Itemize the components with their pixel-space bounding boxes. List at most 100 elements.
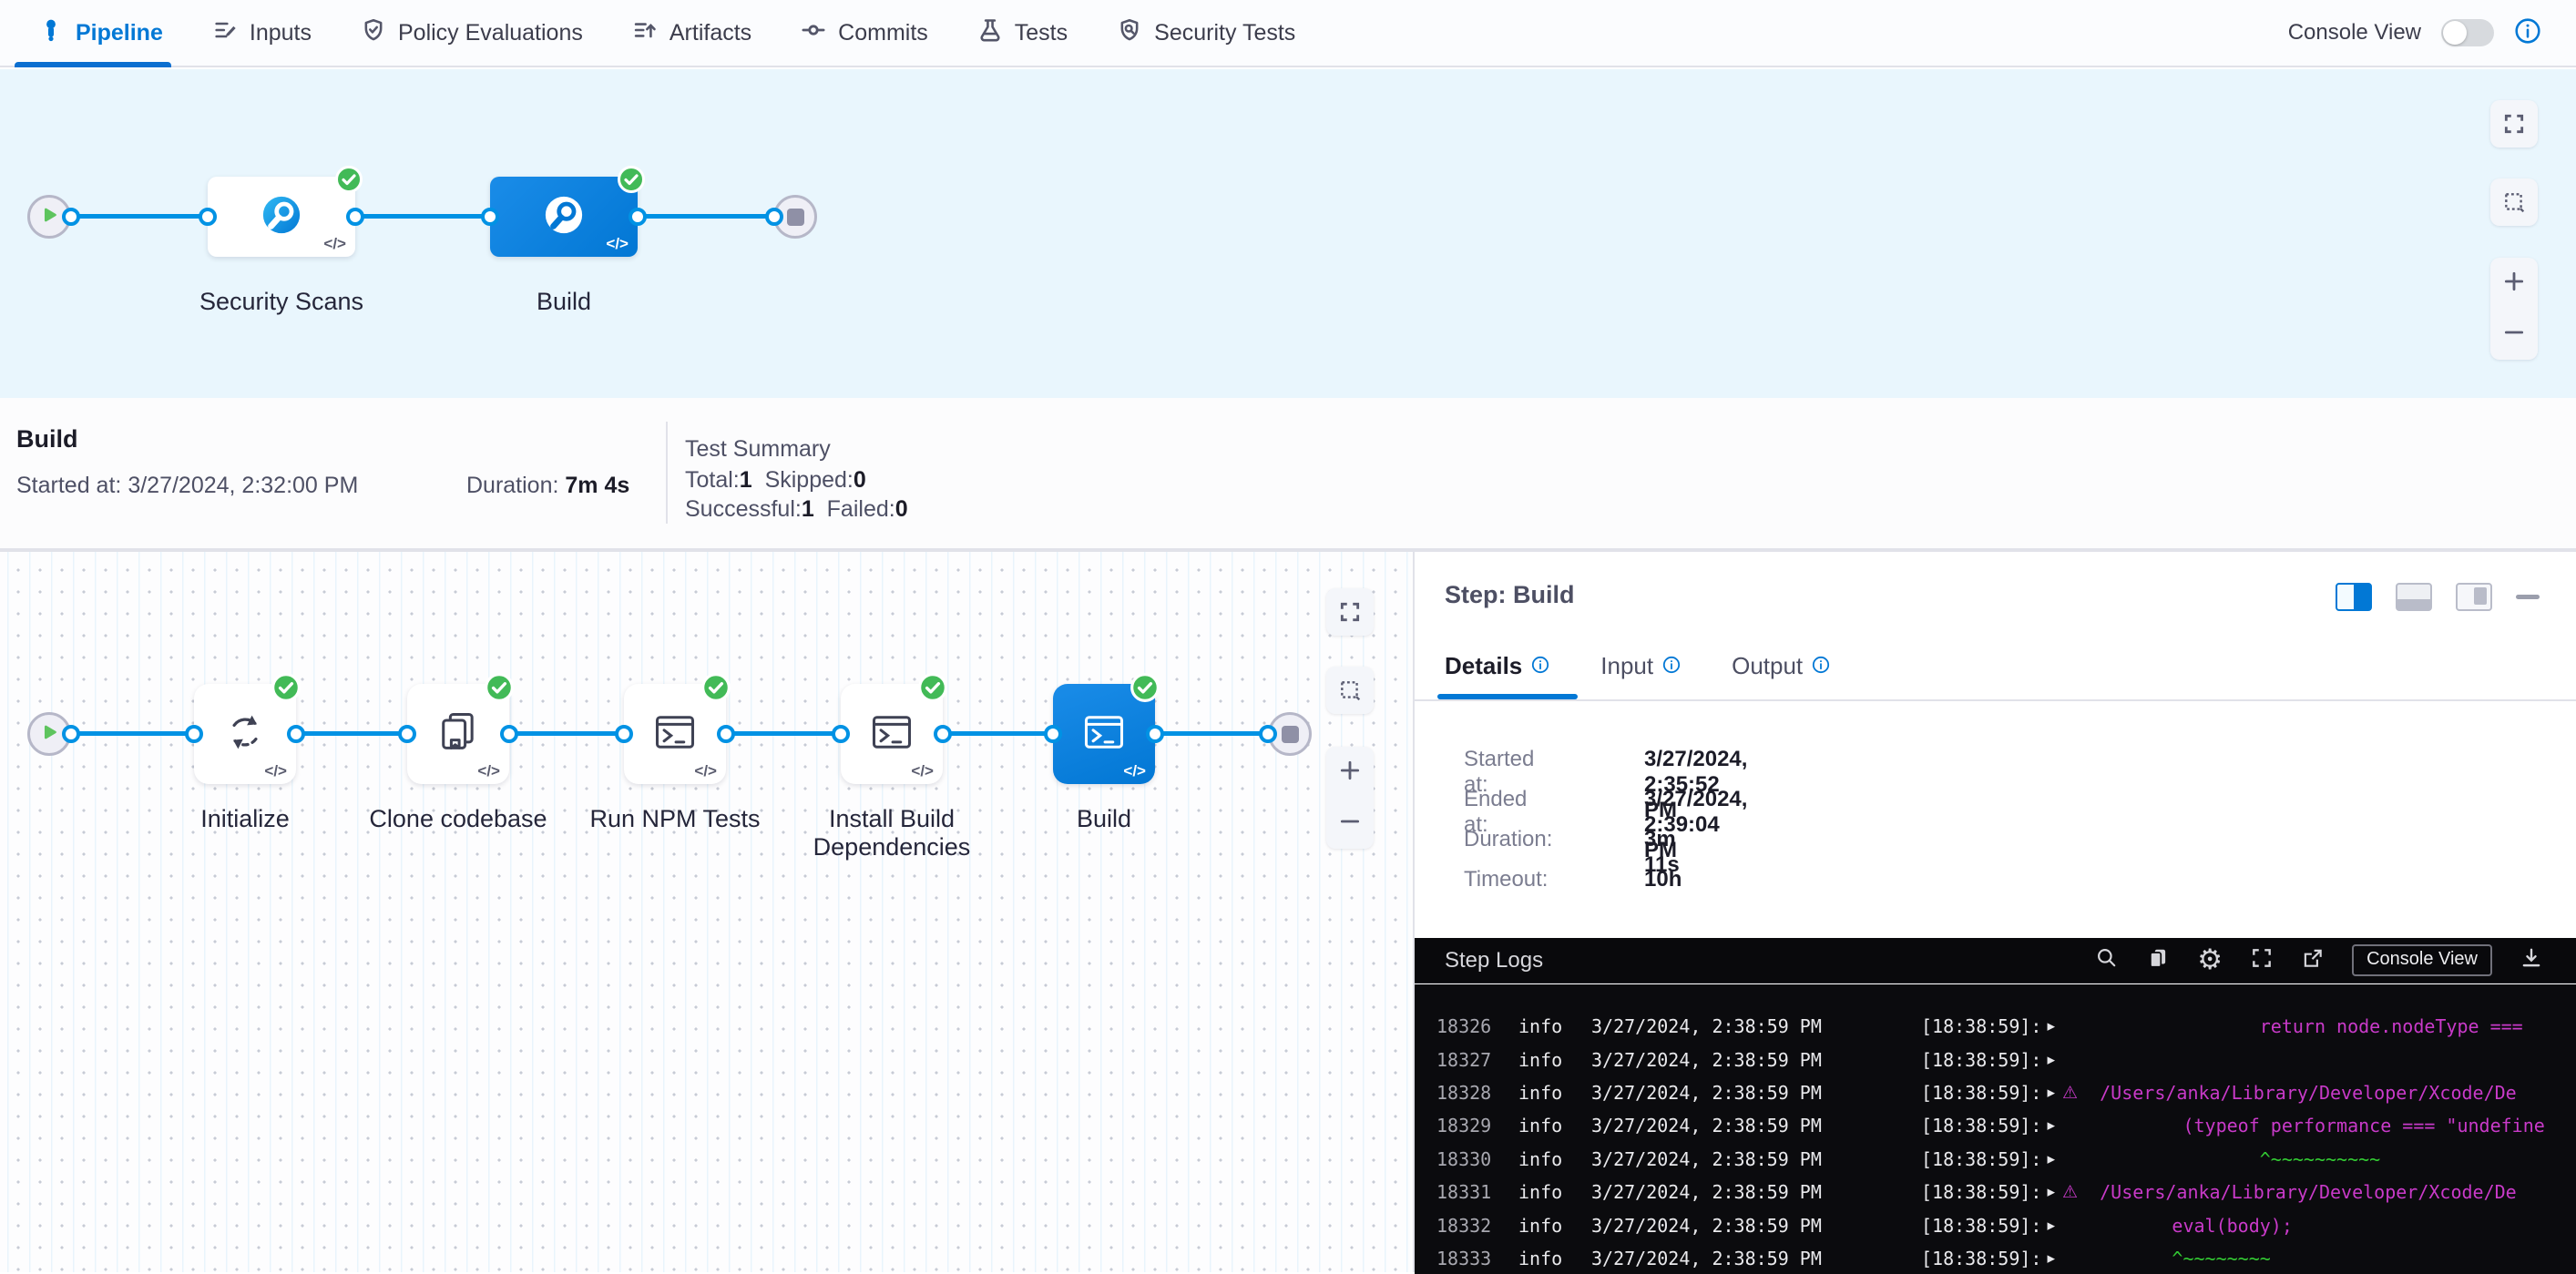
node-port [1259,725,1277,743]
log-row[interactable]: 18333info3/27/2024, 2:38:59 PM[18:38:59]… [1415,1242,2576,1274]
tab-commits[interactable]: Commits [801,17,928,49]
code-template-icon: </> [323,235,346,253]
open-external-icon[interactable] [2301,946,2325,974]
node-port [287,725,305,743]
expand-caret-icon[interactable]: ▸ [2047,1150,2055,1168]
code-template-icon: </> [264,762,287,780]
console-view-toggle[interactable] [2441,19,2494,46]
info-icon[interactable] [2514,17,2541,49]
test-summary-heading: Test Summary [685,436,831,463]
tab-label: Output [1732,652,1803,680]
expand-caret-icon[interactable]: ▸ [2047,1217,2055,1235]
node-port [615,725,633,743]
tab-security-tests[interactable]: Security Tests [1117,17,1295,49]
step-node-initialize[interactable]: </> [194,684,296,784]
success-check-badge [617,165,646,194]
active-tab-underline [15,62,171,67]
step-logs-console[interactable]: 18326info3/27/2024, 2:38:59 PM[18:38:59]… [1415,984,2576,1274]
log-row[interactable]: 18326info3/27/2024, 2:38:59 PM[18:38:59]… [1415,1010,2576,1043]
initialize-sync-icon [221,708,269,760]
step-node-clone-codebase[interactable]: </> [407,684,509,784]
step-node-install-build-dependencies[interactable]: </> [841,684,943,784]
log-row[interactable]: 18331info3/27/2024, 2:38:59 PM[18:38:59]… [1415,1176,2576,1208]
log-row[interactable]: 18327info3/27/2024, 2:38:59 PM[18:38:59]… [1415,1043,2576,1075]
node-port [934,725,952,743]
duration-text: Duration: 7m 4s [466,473,629,499]
minimize-panel-button[interactable] [2516,595,2540,599]
copy-icon[interactable] [2146,946,2170,974]
node-port [1146,725,1164,743]
info-icon[interactable] [1662,652,1681,680]
marquee-select-button[interactable] [2490,178,2538,226]
success-check-badge [271,672,302,703]
warning-icon: ⚠ [2062,1083,2078,1103]
pipeline-icon [38,17,64,49]
settings-gear-icon[interactable]: ⚙ [2197,946,2223,974]
tab-tests[interactable]: Tests [977,17,1068,49]
console-view-label: Console View [2288,20,2421,46]
terminal-icon [651,708,699,760]
tab-label: Details [1445,652,1522,680]
code-template-icon: </> [1123,762,1146,780]
log-row[interactable]: 18330info3/27/2024, 2:38:59 PM[18:38:59]… [1415,1143,2576,1176]
marquee-select-button[interactable] [1326,667,1374,714]
zoom-in-button[interactable] [2502,270,2526,298]
inputs-icon [212,17,238,49]
code-template-icon: </> [606,235,629,253]
execution-graph-canvas[interactable]: </> </> </> </> </> Initialize Clone cod… [0,550,1415,1272]
artifacts-icon [632,17,658,49]
info-icon[interactable] [1812,652,1830,680]
zoom-in-button[interactable] [1338,759,1362,787]
layout-right-view-button[interactable] [2336,583,2372,611]
terminal-icon [1080,708,1128,760]
play-icon [39,722,59,747]
success-check-badge [917,672,948,703]
node-port [481,208,499,226]
expand-caret-icon[interactable]: ▸ [2047,1084,2055,1102]
node-port [765,208,783,226]
terminal-icon [868,708,915,760]
zoom-out-button[interactable] [2502,321,2526,349]
tab-details[interactable]: Details [1445,652,1549,680]
expand-caret-icon[interactable]: ▸ [2047,1116,2055,1135]
console-view-button[interactable]: Console View [2352,944,2492,976]
top-nav: Pipeline Inputs Policy Evaluations Artif… [0,0,2576,67]
stage-graph-canvas[interactable]: </> </> Security Scans Build [0,69,2576,398]
tab-pipeline[interactable]: Pipeline [38,17,163,49]
log-row[interactable]: 18328info3/27/2024, 2:38:59 PM[18:38:59]… [1415,1076,2576,1109]
tab-label: Policy Evaluations [398,20,583,46]
search-icon[interactable] [2095,946,2119,974]
detail-label: Timeout: [1464,867,1548,892]
detail-label: Duration: [1464,827,1552,852]
expand-caret-icon[interactable]: ▸ [2047,1051,2055,1069]
tab-policy-evaluations[interactable]: Policy Evaluations [361,17,583,49]
node-port [62,208,80,226]
expand-caret-icon[interactable]: ▸ [2047,1249,2055,1268]
log-row[interactable]: 18329info3/27/2024, 2:38:59 PM[18:38:59]… [1415,1109,2576,1142]
log-row[interactable]: 18332info3/27/2024, 2:38:59 PM[18:38:59]… [1415,1208,2576,1241]
step-details-panel: Step: Build Details Input Output Started… [1415,550,2576,1272]
expand-caret-icon[interactable]: ▸ [2047,1183,2055,1201]
download-icon[interactable] [2520,946,2543,974]
expand-caret-icon[interactable]: ▸ [2047,1017,2055,1035]
code-template-icon: </> [477,762,500,780]
stage-node-security-scans[interactable]: </> [208,177,355,257]
expand-fullscreen-icon[interactable] [2250,946,2274,974]
info-icon[interactable] [1531,652,1549,680]
step-node-run-npm-tests[interactable]: </> [624,684,726,784]
stage-node-build[interactable]: </> [490,177,638,257]
fullscreen-button[interactable] [1326,588,1374,636]
commit-icon [801,17,826,49]
node-port [62,725,80,743]
tab-input[interactable]: Input [1600,652,1681,680]
step-node-build[interactable]: </> [1053,684,1155,784]
flask-icon [977,17,1003,49]
layout-floating-view-button[interactable] [2456,583,2492,611]
fullscreen-button[interactable] [2490,100,2538,148]
tab-output[interactable]: Output [1732,652,1830,680]
tab-inputs[interactable]: Inputs [212,17,312,49]
zoom-out-button[interactable] [1338,810,1362,838]
layout-bottom-view-button[interactable] [2396,583,2432,611]
stop-icon [1282,726,1299,743]
tab-artifacts[interactable]: Artifacts [632,17,751,49]
